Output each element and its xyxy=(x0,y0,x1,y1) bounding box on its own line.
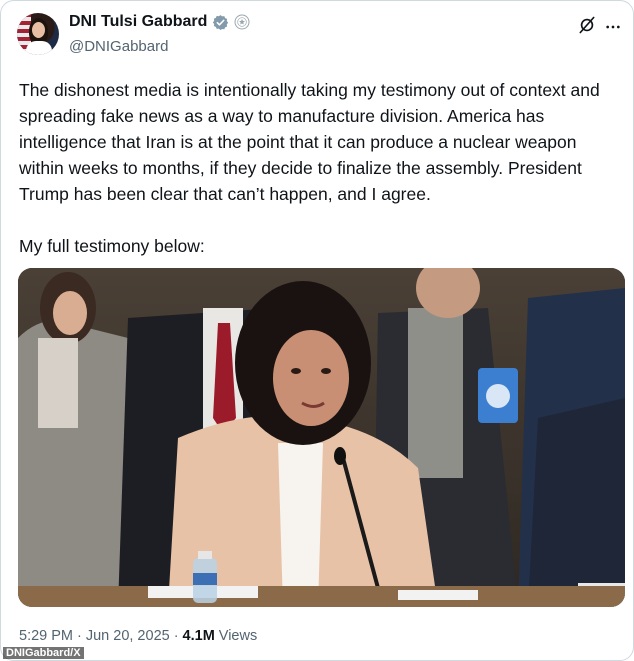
author-name-row: DNI Tulsi Gabbard xyxy=(69,13,250,31)
avatar-face xyxy=(32,22,45,38)
photo-credit: DNIGabbard/X xyxy=(3,647,84,659)
separator-dot-2: · xyxy=(173,628,179,644)
tweet-media-photo[interactable] xyxy=(18,268,625,607)
separator-dot: · xyxy=(77,628,82,644)
verified-badge-icon[interactable] xyxy=(212,14,229,31)
tweet-time[interactable]: 5:29 PM xyxy=(19,628,73,644)
tweet-card[interactable]: DNI Tulsi Gabbard @DNIGabbard The dishon… xyxy=(0,0,634,661)
author-avatar[interactable] xyxy=(17,13,59,55)
author-display-name[interactable]: DNI Tulsi Gabbard xyxy=(69,13,207,31)
hearing-photo xyxy=(18,268,625,607)
author-handle[interactable]: @DNIGabbard xyxy=(69,38,168,55)
government-seal-icon[interactable] xyxy=(234,14,250,30)
grok-icon[interactable] xyxy=(577,15,597,35)
avatar-body xyxy=(26,41,52,55)
tweet-metadata: 5:29 PM · Jun 20, 2025 · 4.1M Views xyxy=(19,628,257,644)
tweet-text: The dishonest media is intentionally tak… xyxy=(19,80,600,256)
views-label: Views xyxy=(218,628,258,644)
views-count[interactable]: 4.1M xyxy=(183,628,215,644)
tweet-date[interactable]: Jun 20, 2025 xyxy=(86,628,170,644)
more-options-icon[interactable] xyxy=(605,19,621,35)
